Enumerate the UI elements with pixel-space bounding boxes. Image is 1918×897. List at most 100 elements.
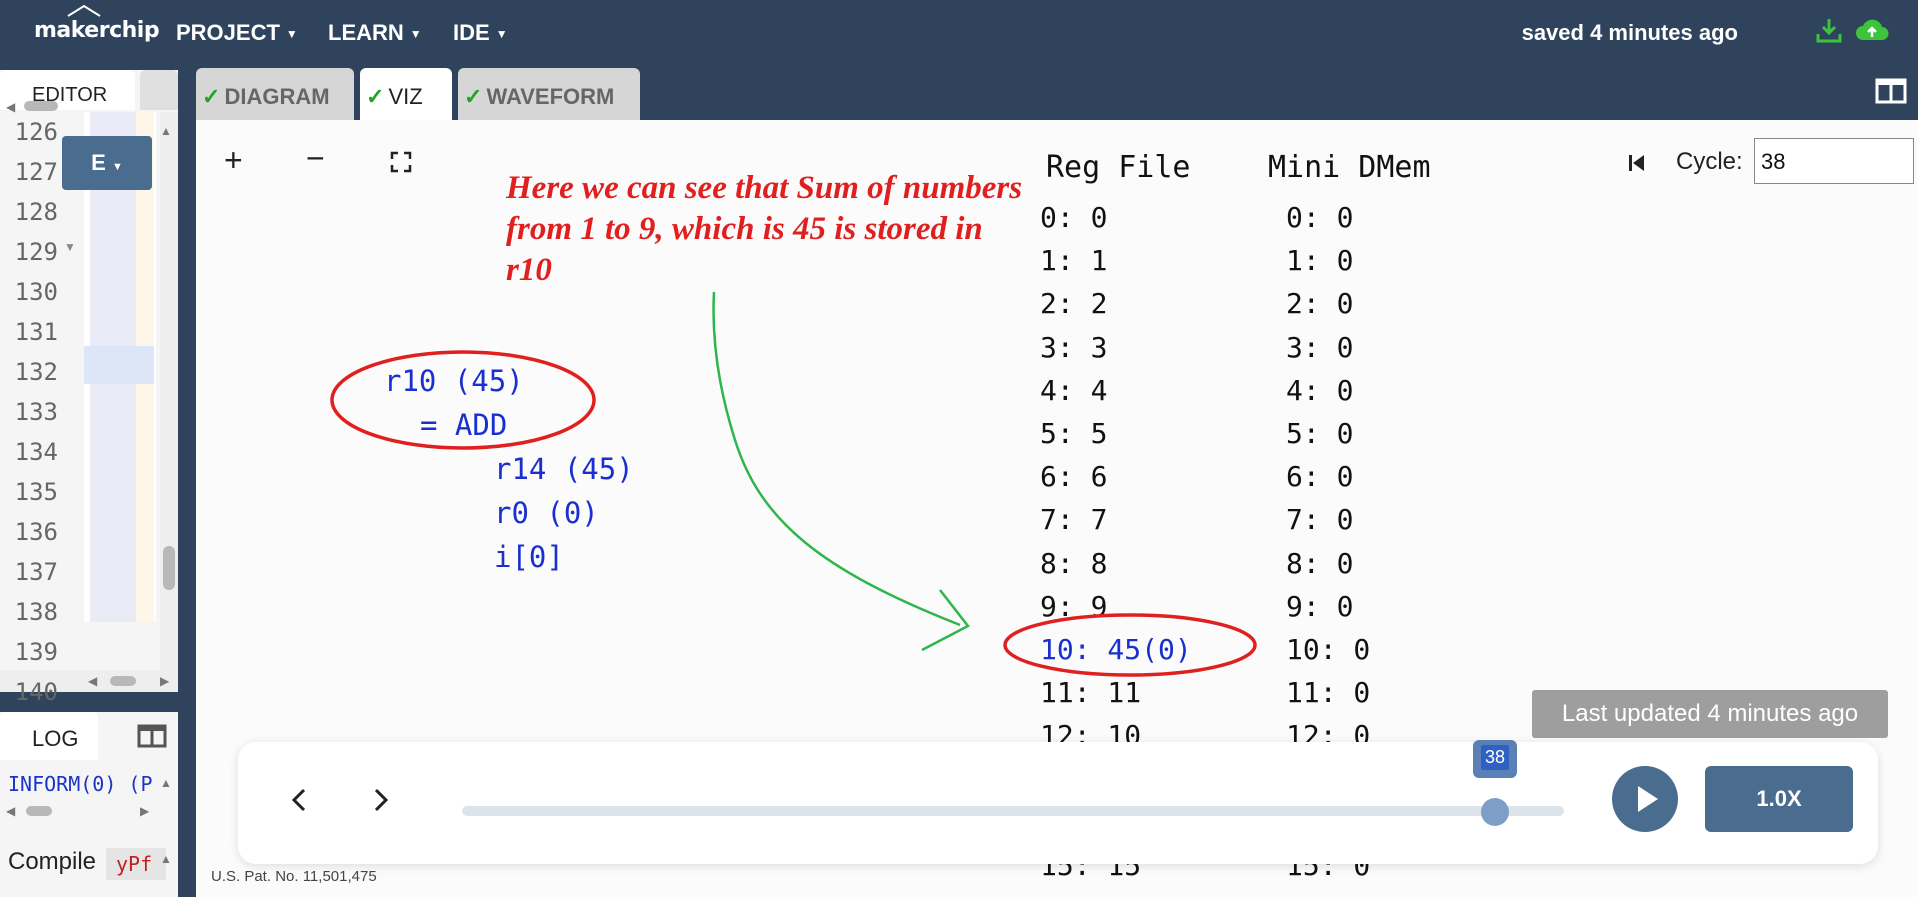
editor-split-tab[interactable] (140, 70, 178, 110)
play-button[interactable] (1612, 766, 1678, 832)
scroll-left-icon[interactable]: ◀ (88, 674, 97, 688)
tab-editor[interactable]: EDITOR (0, 70, 135, 110)
tab-viz-label: VIZ (388, 84, 423, 109)
line-number: 133 (14, 398, 58, 426)
patent-notice: U.S. Pat. No. 11,501,475 (211, 868, 377, 885)
tab-log[interactable]: LOG (0, 712, 98, 760)
dmem-title: Mini DMem (1268, 150, 1431, 185)
log-hscroll-thumb[interactable] (26, 806, 52, 816)
line-number: 128 (14, 198, 58, 226)
tab-waveform-label: WAVEFORM (486, 84, 615, 109)
play-icon (1638, 786, 1658, 812)
menu-ide-label: IDE (453, 20, 490, 45)
reg-file-row: 9: 9 (1040, 589, 1108, 623)
line-number: 129 (14, 238, 58, 266)
scroll-right-icon[interactable]: ▶ (140, 804, 149, 818)
reg-file-row: 3: 3 (1040, 330, 1108, 364)
line-number: 131 (14, 318, 58, 346)
prev-icon[interactable] (286, 782, 314, 818)
caret-down-icon: ▼ (285, 27, 298, 42)
log-inform-line: INFORM(0) (P (8, 772, 153, 796)
scroll-left-icon[interactable]: ◀ (6, 804, 15, 818)
editor-vscrollbar[interactable] (160, 112, 178, 692)
instr-imm: i[0] (494, 540, 564, 574)
zoom-out-icon[interactable]: − (306, 140, 325, 177)
logo[interactable]: makerchip (34, 18, 160, 43)
tab-diagram-label: DIAGRAM (224, 84, 330, 109)
current-line-highlight (84, 346, 154, 384)
cycle-slider-knob[interactable] (1481, 798, 1509, 826)
scroll-right-icon[interactable]: ▶ (160, 674, 169, 688)
tab-diagram[interactable]: ✓ DIAGRAM (196, 68, 354, 120)
line-number: 132 (14, 358, 58, 386)
instr-op: = ADD (420, 408, 508, 442)
e-dropdown-button[interactable]: E ▼ (62, 136, 152, 190)
editor-top-hthumb[interactable] (24, 101, 58, 111)
dmem-row: 11: 0 (1286, 676, 1371, 710)
cycle-input[interactable]: 38 (1754, 138, 1914, 184)
e-button-label: E (91, 150, 106, 175)
line-number: 137 (14, 558, 58, 586)
reg-file-row: 10: 45(0) (1040, 632, 1192, 666)
line-number: 134 (14, 438, 58, 466)
saved-status: saved 4 minutes ago (1521, 20, 1738, 45)
editor-hscroll-thumb[interactable] (110, 676, 136, 686)
caret-down-icon: ▼ (409, 27, 422, 42)
menu-learn[interactable]: LEARN ▼ (328, 20, 422, 46)
reg-file-row: 4: 4 (1040, 373, 1108, 407)
reg-file-row: 0: 0 (1040, 201, 1108, 234)
reg-file-row: 7: 7 (1040, 503, 1108, 537)
reg-file-row: 5: 5 (1040, 416, 1108, 450)
speed-button[interactable]: 1.0X (1705, 766, 1853, 832)
reg-file-title: Reg File (1046, 150, 1191, 185)
compile-label: Compile (8, 848, 97, 875)
line-number: 138 (14, 598, 58, 626)
last-updated-toast: Last updated 4 minutes ago (1532, 690, 1888, 738)
cycle-slider-value-text: 38 (1480, 745, 1510, 770)
reg-file-row: 6: 6 (1040, 460, 1108, 494)
split-panel-icon[interactable] (136, 720, 168, 752)
tab-viz[interactable]: ✓ VIZ (360, 68, 452, 120)
scroll-up-icon[interactable]: ▲ (160, 776, 172, 790)
compile-value: yPf (106, 848, 166, 880)
dmem-row: 2: 0 (1286, 287, 1354, 321)
scroll-up-icon[interactable]: ▲ (160, 852, 172, 866)
tab-waveform[interactable]: ✓ WAVEFORM (458, 68, 640, 120)
line-number: 139 (14, 638, 58, 666)
scroll-up-icon[interactable]: ▲ (160, 124, 172, 138)
caret-down-icon: ▼ (495, 27, 508, 42)
instr-dest: r10 (45) (384, 364, 524, 398)
restart-icon[interactable] (1628, 152, 1646, 174)
next-icon[interactable] (366, 782, 394, 818)
reg-file-row: 8: 8 (1040, 546, 1108, 580)
line-number: 135 (14, 478, 58, 506)
dmem-row: 9: 0 (1286, 589, 1354, 623)
menu-ide[interactable]: IDE ▼ (453, 20, 508, 46)
check-icon: ✓ (202, 84, 221, 109)
menu-project[interactable]: PROJECT ▼ (176, 20, 298, 46)
dmem-row: 4: 0 (1286, 373, 1354, 407)
dmem-row: 6: 0 (1286, 460, 1354, 494)
cloud-upload-icon[interactable] (1855, 16, 1889, 44)
top-nav: makerchip PROJECT ▼ LEARN ▼ IDE ▼ saved 4 m… (0, 0, 1918, 64)
editor-vscroll-thumb[interactable] (163, 546, 175, 590)
dmem-row: 5: 0 (1286, 416, 1354, 450)
download-icon[interactable] (1815, 16, 1843, 44)
fold-icon[interactable]: ▼ (64, 240, 76, 254)
cycle-label: Cycle: (1676, 148, 1743, 175)
line-numbers: 126 127 128 129 130 131 132 133 134 135 … (0, 112, 80, 712)
tab-log-label: LOG (32, 726, 79, 751)
dmem-row: 10: 0 (1286, 632, 1371, 666)
instr-src2: r0 (0) (494, 496, 599, 530)
dmem-row: 7: 0 (1286, 503, 1354, 537)
instr-src1: r14 (45) (494, 452, 634, 486)
zoom-in-icon[interactable]: + (224, 142, 243, 179)
fit-screen-icon[interactable] (390, 151, 412, 173)
line-number: 130 (14, 278, 58, 306)
split-panel-icon[interactable] (1874, 76, 1908, 106)
dmem-row: 8: 0 (1286, 546, 1354, 580)
reg-file-row: 2: 2 (1040, 287, 1108, 321)
cycle-slider-track[interactable] (462, 806, 1564, 816)
logo-hat-icon (67, 4, 101, 17)
dmem-row: 0: 0 (1286, 201, 1354, 234)
